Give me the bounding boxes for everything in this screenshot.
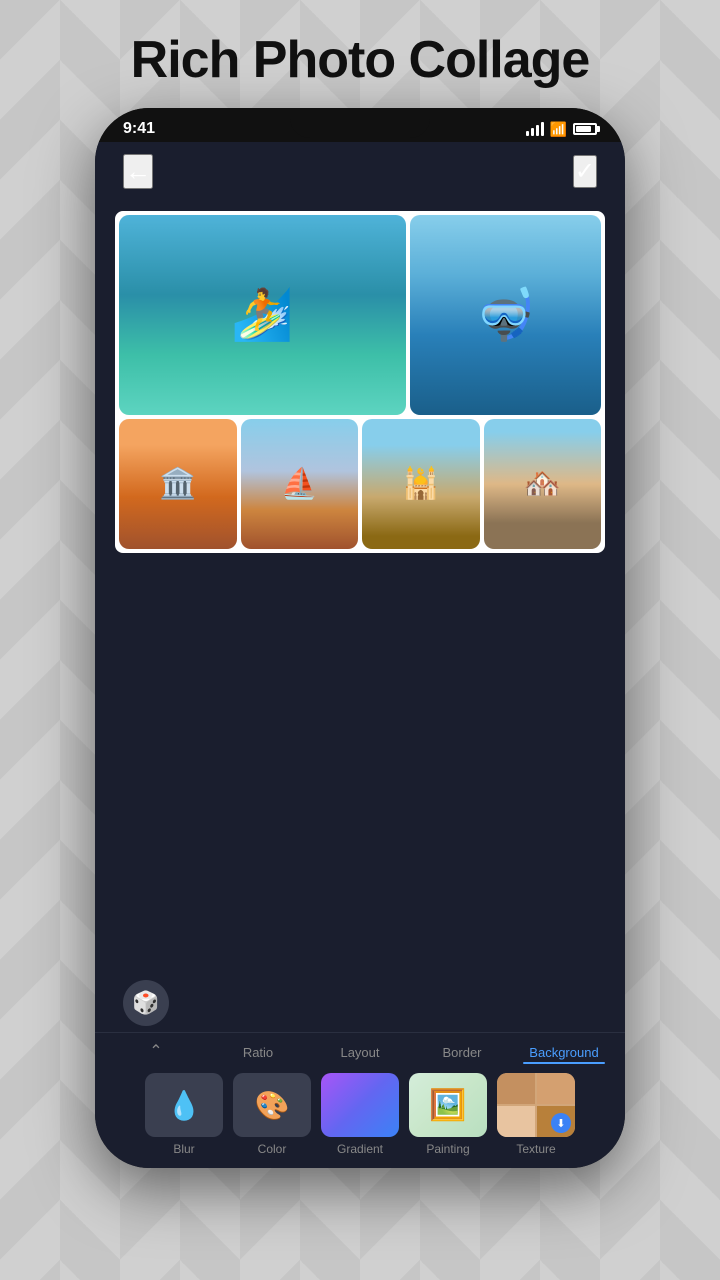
status-time: 9:41 [123,120,155,138]
dice-area: 🎲 [95,966,625,1032]
header-nav: ← ✓ [95,142,625,201]
collage-top-row [119,215,601,415]
tab-border-label: Border [442,1045,481,1060]
texture-cell-3 [497,1106,535,1137]
background-options-bar: 💧 Blur 🎨 Color Gradient 🖼️ Painting [95,1065,625,1168]
dice-icon: 🎲 [132,990,159,1016]
confirm-button[interactable]: ✓ [573,155,597,188]
texture-cell-1 [497,1073,535,1104]
photo-surf[interactable] [119,215,406,415]
tab-layout[interactable]: Layout [309,1043,411,1060]
gradient-option-icon [321,1073,399,1137]
phone-frame: 9:41 📶 ← ✓ [95,108,625,1168]
tab-ratio[interactable]: Ratio [207,1043,309,1060]
tab-background-label: Background [529,1045,598,1060]
blur-label: Blur [173,1142,194,1156]
photo-venice1[interactable] [119,419,237,549]
active-tab-indicator [523,1062,605,1064]
phone-notch [290,108,430,138]
painting-option-icon: 🖼️ [409,1073,487,1137]
texture-label: Texture [516,1142,555,1156]
status-icons: 📶 [526,121,597,138]
blur-option-icon: 💧 [145,1073,223,1137]
tab-background[interactable]: Background [513,1043,615,1060]
chevron-down-icon: ⌃ [149,1041,162,1061]
signal-icon [526,122,544,136]
texture-option-icon: ⬇ [497,1073,575,1137]
tab-border[interactable]: Border [411,1043,513,1060]
color-label: Color [258,1142,287,1156]
bottom-tabs: ⌃ Ratio Layout Border Background [95,1032,625,1065]
back-button[interactable]: ← [123,154,153,189]
tab-layout-label: Layout [340,1045,379,1060]
collage-bottom-row [119,419,601,549]
gradient-label: Gradient [337,1142,383,1156]
tab-ratio-label: Ratio [243,1045,273,1060]
painting-preview: 🖼️ [409,1073,487,1137]
color-option-icon: 🎨 [233,1073,311,1137]
texture-download-icon: ⬇ [551,1113,571,1133]
photo-venice3[interactable] [362,419,480,549]
texture-cell-2 [537,1073,575,1104]
tab-collapse[interactable]: ⌃ [105,1041,207,1061]
bg-option-color[interactable]: 🎨 Color [232,1073,312,1156]
wifi-icon: 📶 [550,121,567,138]
collage-frame [115,211,605,553]
photo-venice2[interactable] [241,419,359,549]
bg-option-painting[interactable]: 🖼️ Painting [408,1073,488,1156]
app-title: Rich Photo Collage [131,30,590,90]
palette-icon: 🎨 [255,1089,290,1122]
photo-snorkel[interactable] [410,215,601,415]
battery-icon [573,123,597,135]
photo-venice4[interactable] [484,419,602,549]
shuffle-button[interactable]: 🎲 [123,980,169,1026]
bg-option-texture[interactable]: ⬇ Texture [496,1073,576,1156]
bg-option-gradient[interactable]: Gradient [320,1073,400,1156]
bg-option-blur[interactable]: 💧 Blur [144,1073,224,1156]
water-drop-icon: 💧 [167,1089,202,1122]
collage-canvas-area [95,201,625,966]
painting-label: Painting [426,1142,469,1156]
